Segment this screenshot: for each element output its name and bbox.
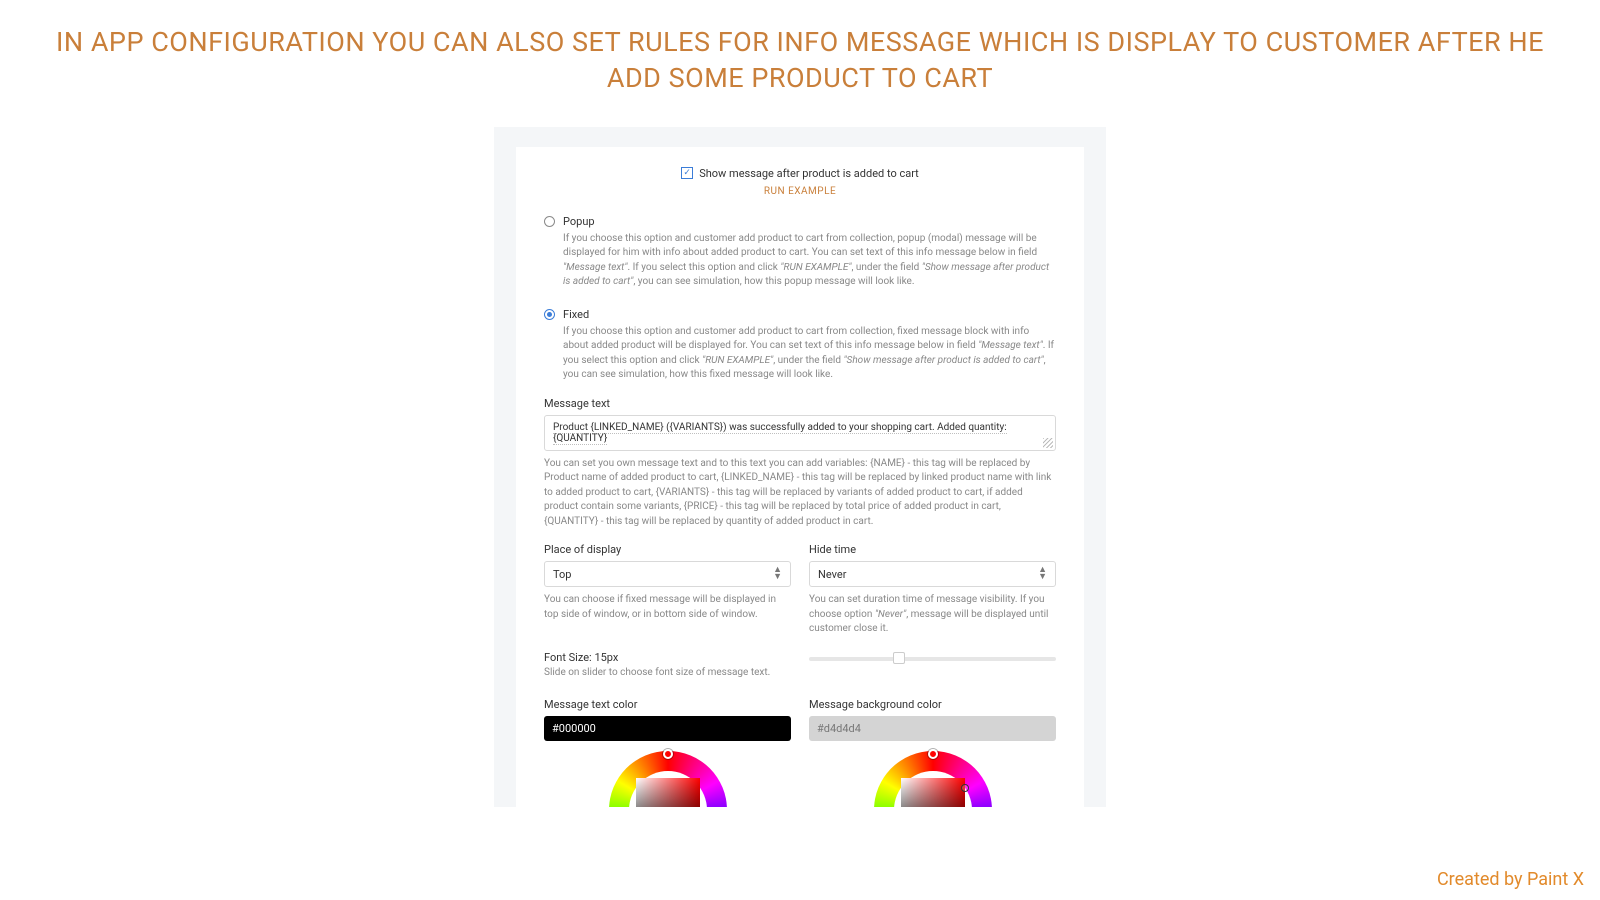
hue-handle-icon[interactable] — [663, 749, 673, 759]
text-color-wheel[interactable] — [609, 751, 727, 807]
bg-color-input[interactable]: #d4d4d4 — [809, 716, 1056, 741]
message-text-help: You can set you own message text and to … — [544, 457, 1056, 530]
font-size-slider[interactable] — [809, 657, 1056, 661]
radio-fixed[interactable] — [544, 309, 555, 320]
message-text-input[interactable]: Product {LINKED_NAME} ({VARIANTS}) was s… — [544, 415, 1056, 451]
hide-time-help: You can set duration time of message vis… — [809, 593, 1056, 637]
footer-credit: Created by Paint X — [1437, 869, 1584, 890]
bg-color-wheel[interactable] — [874, 751, 992, 807]
config-card: ✓ Show message after product is added to… — [516, 147, 1084, 807]
hide-time-label: Hide time — [809, 543, 1056, 556]
radio-fixed-label: Fixed — [563, 308, 589, 321]
font-size-slider-thumb[interactable] — [893, 652, 905, 664]
select-stepper-icon: ▲▼ — [1038, 567, 1047, 581]
page-heading: IN APP CONFIGURATION YOU CAN ALSO SET RU… — [0, 0, 1600, 97]
text-color-sv-box[interactable] — [636, 778, 700, 807]
fixed-description: If you choose this option and customer a… — [563, 325, 1056, 383]
show-message-checkbox[interactable]: ✓ — [681, 167, 693, 179]
textarea-resize-grip-icon[interactable] — [1043, 438, 1053, 448]
text-color-label: Message text color — [544, 698, 791, 711]
radio-popup-label: Popup — [563, 215, 595, 228]
show-message-checkbox-label: Show message after product is added to c… — [699, 167, 919, 180]
text-color-input[interactable]: #000000 — [544, 716, 791, 741]
popup-description: If you choose this option and customer a… — [563, 232, 1056, 290]
bg-color-label: Message background color — [809, 698, 1056, 711]
font-size-help: Slide on slider to choose font size of m… — [544, 666, 791, 681]
hide-time-select[interactable]: Never ▲▼ — [809, 561, 1056, 587]
sv-handle-icon[interactable] — [961, 784, 969, 792]
bg-color-sv-box[interactable] — [901, 778, 965, 807]
place-of-display-value: Top — [553, 568, 571, 581]
hue-handle-icon[interactable] — [928, 749, 938, 759]
font-size-label: Font Size: 15px — [544, 651, 791, 664]
hide-time-value: Never — [818, 568, 846, 581]
select-stepper-icon: ▲▼ — [773, 567, 782, 581]
place-of-display-select[interactable]: Top ▲▼ — [544, 561, 791, 587]
option-popup: Popup If you choose this option and cust… — [544, 215, 1056, 290]
place-of-display-label: Place of display — [544, 543, 791, 556]
radio-popup[interactable] — [544, 216, 555, 227]
option-fixed: Fixed If you choose this option and cust… — [544, 308, 1056, 383]
config-panel-frame: ✓ Show message after product is added to… — [494, 127, 1106, 807]
run-example-link[interactable]: RUN EXAMPLE — [544, 186, 1056, 197]
place-of-display-help: You can choose if fixed message will be … — [544, 593, 791, 622]
message-text-label: Message text — [544, 397, 1056, 410]
